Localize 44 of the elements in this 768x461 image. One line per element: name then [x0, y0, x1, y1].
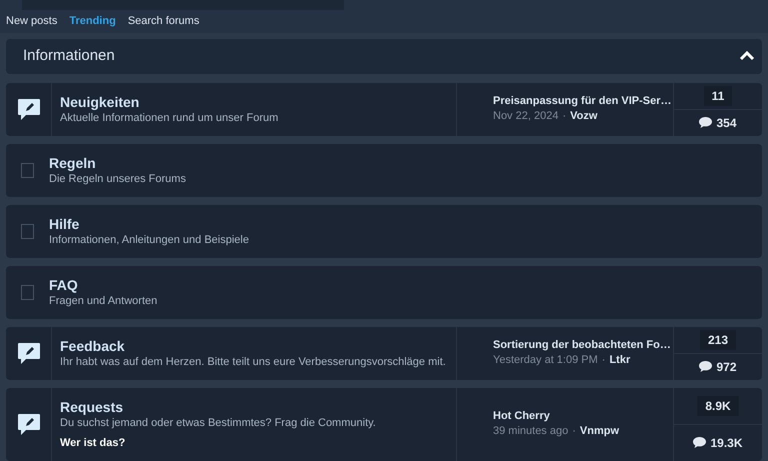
nav-link[interactable]: Search forums: [128, 13, 200, 30]
forum-status-icon: [21, 162, 34, 178]
forum-status-icon: [21, 224, 34, 238]
forum-description: Du suchst jemand oder etwas Bestimmtes? Frag die Community.: [60, 416, 377, 430]
last-post-time: 39 minutes ago: [493, 424, 568, 440]
separator-dot: ·: [561, 109, 568, 124]
speech-bubble-icon: [699, 117, 712, 128]
last-post-user-link[interactable]: Vozw: [570, 109, 598, 124]
forum-description: Ihr habt was auf dem Herzen. Bitte teilt uns eure Verbesserungsvorschläge mit.: [60, 354, 447, 370]
message-count: 354: [716, 114, 737, 132]
category-title: Informationen: [23, 46, 115, 66]
last-post-title-link[interactable]: Sortierung der beobachteten Fo…: [493, 338, 671, 353]
speech-bubble-pencil-icon: [16, 340, 42, 366]
speech-bubble-pencil-icon: [16, 96, 42, 122]
subforum-link[interactable]: Wer ist das?: [60, 434, 456, 451]
thread-count: 8.9K: [697, 396, 739, 416]
separator-dot: ·: [571, 424, 577, 440]
forum-description: Die Regeln unseres Forums: [49, 172, 187, 186]
speech-bubble-pencil-icon: [16, 411, 42, 438]
forum-description: Informationen, Anleitungen und Beispiele: [49, 232, 250, 248]
forum-title-link[interactable]: Requests: [60, 398, 456, 416]
last-post-user-link[interactable]: Ltkr: [609, 353, 630, 368]
forum-title-link[interactable]: Regeln: [49, 154, 762, 172]
forum-title-link[interactable]: Neuigkeiten: [60, 92, 456, 110]
thread-count: 11: [704, 86, 732, 106]
nav-link[interactable]: New posts: [6, 13, 58, 30]
message-count: 972: [716, 358, 737, 376]
separator-dot: ·: [600, 353, 606, 368]
thread-count: 213: [700, 330, 736, 350]
last-post-time: Yesterday at 1:09 PM: [493, 353, 598, 368]
last-post-title-link[interactable]: Preisanpassung für den VIP-Ser…: [493, 94, 672, 109]
forum-title-link[interactable]: Hilfe: [49, 214, 762, 232]
message-count: 19.3K: [710, 434, 743, 452]
last-post-title-link[interactable]: Hot Cherry: [493, 409, 550, 424]
speech-bubble-icon: [693, 437, 706, 448]
last-post-user-link[interactable]: Vnmpw: [580, 424, 620, 440]
forum-title-link[interactable]: FAQ: [49, 276, 762, 294]
nav-link[interactable]: Trending: [69, 13, 116, 30]
forum-title-link[interactable]: Feedback: [60, 336, 456, 354]
forum-description: Aktuelle Informationen rund um unser Forum: [60, 110, 280, 126]
forum-description: Fragen und Antworten: [49, 294, 158, 308]
forum-status-icon: [21, 284, 34, 300]
speech-bubble-icon: [699, 361, 712, 372]
last-post-time: Nov 22, 2024: [493, 109, 558, 124]
